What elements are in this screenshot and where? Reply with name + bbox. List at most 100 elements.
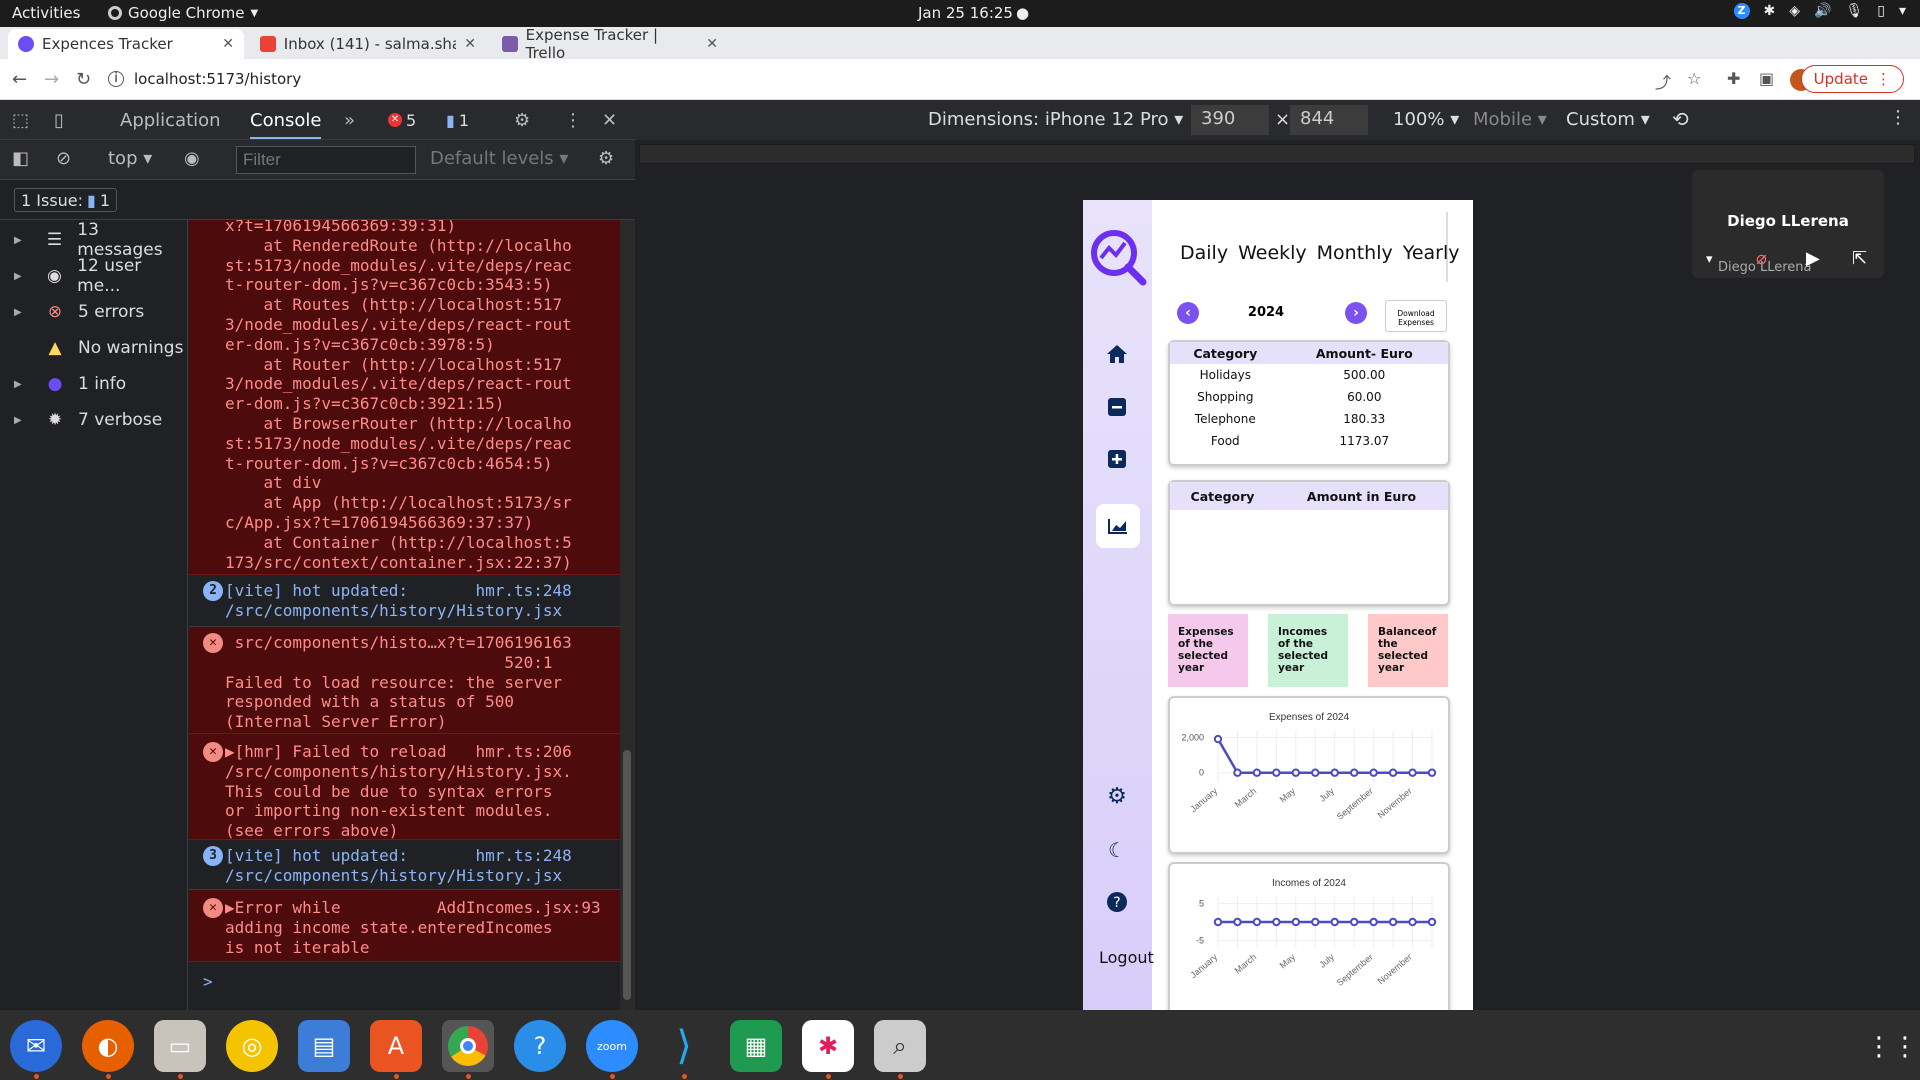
filter-input[interactable] [236, 146, 416, 174]
nav-expense-minus-icon[interactable] [1103, 393, 1131, 421]
firefox-icon[interactable]: ◐ [82, 1020, 134, 1072]
app-menu[interactable]: Google Chrome ▼ [108, 4, 258, 22]
tab-strip: Expences Tracker ✕ Inbox (141) - salma.s… [0, 26, 1920, 82]
table-row: Holidays 500.00 [1170, 364, 1448, 386]
device-selector[interactable]: Dimensions: iPhone 12 Pro ▾ [928, 109, 1183, 130]
nav-dark-mode-moon-icon[interactable]: ☾ [1103, 836, 1131, 864]
message-count-badge[interactable]: ▮ 1 [440, 108, 475, 132]
files-icon[interactable]: ▭ [154, 1020, 206, 1072]
close-devtools-icon[interactable]: ✕ [602, 110, 617, 131]
more-options-icon[interactable]: ⋮ [564, 110, 582, 131]
tab-yearly[interactable]: Yearly [1403, 242, 1460, 264]
sidebar-item-warnings[interactable]: ▲ No warnings [0, 330, 188, 366]
reload-icon[interactable]: ↻ [76, 69, 91, 90]
side-panel-icon[interactable]: ▣ [1759, 69, 1774, 88]
next-year-button[interactable]: › [1345, 302, 1367, 324]
logout-link[interactable]: Logout [1099, 948, 1154, 967]
pop-out-icon[interactable]: ⇱ [1852, 248, 1867, 269]
tab-monthly[interactable]: Monthly [1317, 242, 1393, 264]
throttle-selector[interactable]: Custom ▾ [1566, 109, 1650, 130]
log-levels-dropdown[interactable]: Default levels ▾ [430, 148, 568, 169]
device-more-icon[interactable]: ⋮ [1889, 107, 1907, 128]
width-input[interactable]: 390 [1191, 105, 1269, 135]
sidebar-item-verbose[interactable]: ▶ ✹ 7 verbose [0, 402, 188, 438]
tab-application[interactable]: Application [120, 110, 221, 131]
close-tab-icon[interactable]: ✕ [706, 36, 718, 52]
slack-icon[interactable]: ✱ [802, 1020, 854, 1072]
nav-history-chart-icon[interactable] [1096, 504, 1140, 548]
rhythmbox-icon[interactable]: ◎ [226, 1020, 278, 1072]
nav-settings-gear-icon[interactable]: ⚙ [1103, 782, 1131, 810]
forward-icon[interactable]: → [44, 69, 59, 90]
settings-gear-icon[interactable]: ⚙ [514, 110, 530, 131]
console-settings-gear-icon[interactable]: ⚙ [598, 148, 614, 169]
context-selector[interactable]: top ▾ [108, 148, 152, 169]
nav-income-plus-icon[interactable] [1103, 445, 1131, 473]
tab-console[interactable]: Console [250, 110, 322, 139]
tab-weekly[interactable]: Weekly [1238, 242, 1307, 264]
scrollbar-thumb[interactable] [623, 750, 631, 1000]
extensions-icon[interactable]: ✚ [1727, 69, 1740, 88]
zoom-tray-icon[interactable]: Z [1733, 3, 1750, 19]
close-tab-icon[interactable]: ✕ [222, 36, 234, 52]
live-expression-eye-icon[interactable]: ◉ [184, 148, 200, 169]
power-menu-icon[interactable]: ▾ [1899, 3, 1906, 19]
zoom-selector[interactable]: 100% ▾ [1393, 109, 1459, 130]
collapse-icon[interactable]: ▾ [1706, 252, 1713, 267]
download-expenses-button[interactable]: Download Expenses [1385, 300, 1447, 332]
clock[interactable]: Jan 25 16:25 [918, 4, 1013, 22]
clear-console-icon[interactable]: ⊘ [56, 148, 71, 169]
vscode-icon[interactable]: ⟩ [658, 1020, 710, 1072]
tab-daily[interactable]: Daily [1180, 242, 1228, 264]
update-button[interactable]: Update ⋮ [1800, 65, 1904, 93]
help-icon[interactable]: ? [514, 1020, 566, 1072]
share-icon[interactable]: ⤴ [1655, 69, 1671, 93]
mode-selector[interactable]: Mobile ▾ [1473, 109, 1547, 130]
sidebar-item-label: 7 verbose [78, 410, 163, 430]
system-tray[interactable]: Z ✱ ◈ 🔊 🎙 ▯ ▾ [1733, 3, 1906, 19]
tab-trello[interactable]: Expense Tracker | Trello ✕ [492, 26, 728, 62]
nav-home-icon[interactable] [1103, 340, 1131, 368]
activities-button[interactable]: Activities [12, 4, 80, 22]
address-bar[interactable]: i localhost:5173/history [108, 64, 1678, 94]
console-scrollbar[interactable] [620, 220, 635, 1010]
writer-icon[interactable]: ▤ [298, 1020, 350, 1072]
calc-icon[interactable]: ▦ [730, 1020, 782, 1072]
tab-expences-tracker[interactable]: Expences Tracker ✕ [8, 29, 244, 59]
sidebar-item-errors[interactable]: ▶ ⊗ 5 errors [0, 294, 188, 330]
inspect-element-icon[interactable]: ⬚ [12, 110, 29, 131]
device-toggle-icon[interactable]: ▯ [54, 110, 64, 131]
expenses-favicon-icon [18, 36, 34, 52]
mic-off-icon[interactable]: ⌀ [1756, 248, 1767, 269]
meet-floating-window[interactable]: Diego LLerena Diego LLerena ▾ ⌀ ▶ ⇱ [1692, 170, 1884, 278]
thunderbird-icon[interactable]: ✉ [10, 1020, 62, 1072]
error-count-badge[interactable]: ✕ 5 [382, 108, 422, 132]
issues-button[interactable]: 1 Issue: ▮ 1 [14, 188, 118, 212]
camera-off-icon[interactable]: ▶ [1806, 248, 1820, 269]
console-error-hmr: ✕ ▶[hmr] Failed to reload hmr.ts:206 /sr… [189, 734, 620, 840]
more-tabs-icon[interactable]: » [344, 110, 355, 131]
console-sidebar: ▶ ☰ 13 messages ▶ ◉ 12 user me... ▶ ⊗ 5 errors… [0, 220, 188, 1010]
tab-gmail-inbox[interactable]: Inbox (141) - salma.shaikh ✕ [250, 29, 486, 59]
console-prompt[interactable]: > [203, 972, 213, 992]
prev-year-button[interactable]: ‹ [1177, 302, 1199, 324]
sidebar-item-user-messages[interactable]: ▶ ◉ 12 user me... [0, 256, 188, 296]
sidebar-toggle-icon[interactable]: ◧ [12, 148, 29, 169]
show-apps-grid-icon[interactable]: ⋮⋮ [1866, 1032, 1918, 1062]
sidebar-item-messages[interactable]: ▶ ☰ 13 messages [0, 220, 188, 260]
software-center-icon[interactable]: A [370, 1020, 422, 1072]
table-row: Food 1173.07 [1170, 430, 1448, 452]
info-icon[interactable]: i [108, 71, 124, 87]
sidebar-item-info[interactable]: ▶ ● 1 info [0, 366, 188, 402]
bookmark-star-icon[interactable]: ☆ [1687, 69, 1701, 88]
nav-help-icon[interactable]: ? [1103, 888, 1131, 916]
zoom-dock-icon[interactable]: zoom [586, 1020, 638, 1072]
close-tab-icon[interactable]: ✕ [464, 36, 476, 52]
rotate-icon[interactable]: ⟲ [1672, 107, 1689, 131]
back-icon[interactable]: ← [12, 69, 27, 90]
height-input[interactable]: 844 [1290, 105, 1368, 135]
screenshot-icon[interactable]: ⌕ [874, 1020, 926, 1072]
chrome-dock-icon[interactable] [442, 1020, 494, 1072]
expenses-by-category-table: Category Amount- Euro Holidays 500.00 Sho… [1168, 340, 1450, 466]
slack-tray-icon[interactable]: ✱ [1764, 3, 1776, 19]
